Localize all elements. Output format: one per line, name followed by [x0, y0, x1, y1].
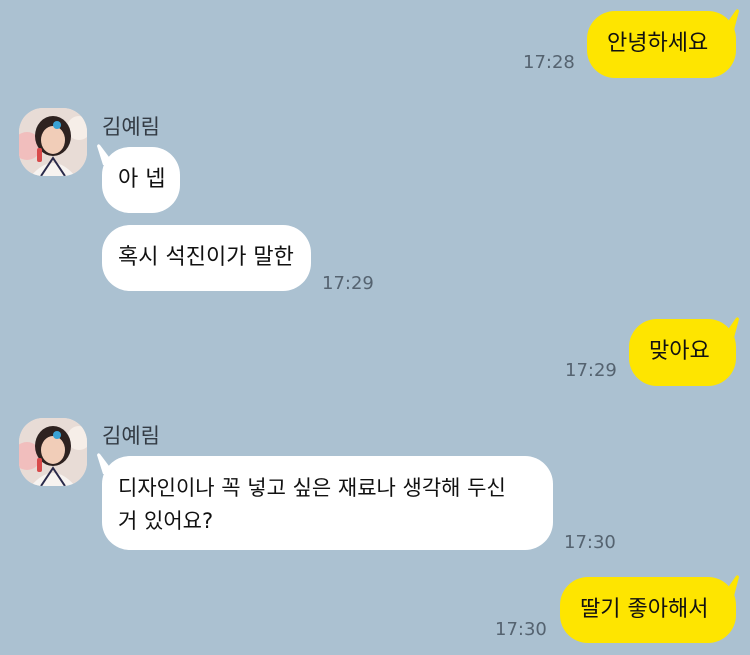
- avatar[interactable]: [19, 108, 87, 176]
- message-text: 맞아요: [649, 339, 710, 364]
- bubble-tail: [97, 144, 115, 165]
- message-time: 17:30: [495, 619, 547, 640]
- sender-name: 김예림: [102, 424, 160, 448]
- message-time: 17:28: [523, 52, 575, 73]
- message-time: 17:30: [564, 532, 616, 553]
- message-text: 아 넵: [118, 167, 166, 192]
- message-time: 17:29: [565, 360, 617, 381]
- my-message-bubble[interactable]: 맞아요: [629, 319, 736, 386]
- their-message-bubble[interactable]: 혹시 석진이가 말한: [102, 225, 311, 291]
- message-text: 딸기 좋아해서: [580, 597, 709, 622]
- their-message-bubble[interactable]: 디자인이나 꼭 넣고 싶은 재료나 생각해 두신 거 있어요?: [102, 456, 553, 550]
- sender-name: 김예림: [102, 115, 160, 139]
- avatar[interactable]: [19, 418, 87, 486]
- bubble-tail: [722, 575, 739, 596]
- profile-photo-icon: [19, 418, 87, 486]
- bubble-tail: [722, 9, 739, 30]
- profile-photo-icon: [19, 108, 87, 176]
- bubble-tail: [97, 453, 115, 474]
- bubble-tail: [722, 317, 739, 338]
- message-time: 17:29: [322, 273, 374, 294]
- my-message-bubble[interactable]: 안녕하세요: [587, 11, 736, 78]
- my-message-bubble[interactable]: 딸기 좋아해서: [560, 577, 736, 643]
- message-text-line: 거 있어요?: [118, 509, 214, 533]
- message-text: 안녕하세요: [607, 31, 709, 56]
- message-text: 혹시 석진이가 말한: [118, 245, 294, 270]
- message-text-line: 디자인이나 꼭 넣고 싶은 재료나 생각해 두신: [118, 476, 506, 500]
